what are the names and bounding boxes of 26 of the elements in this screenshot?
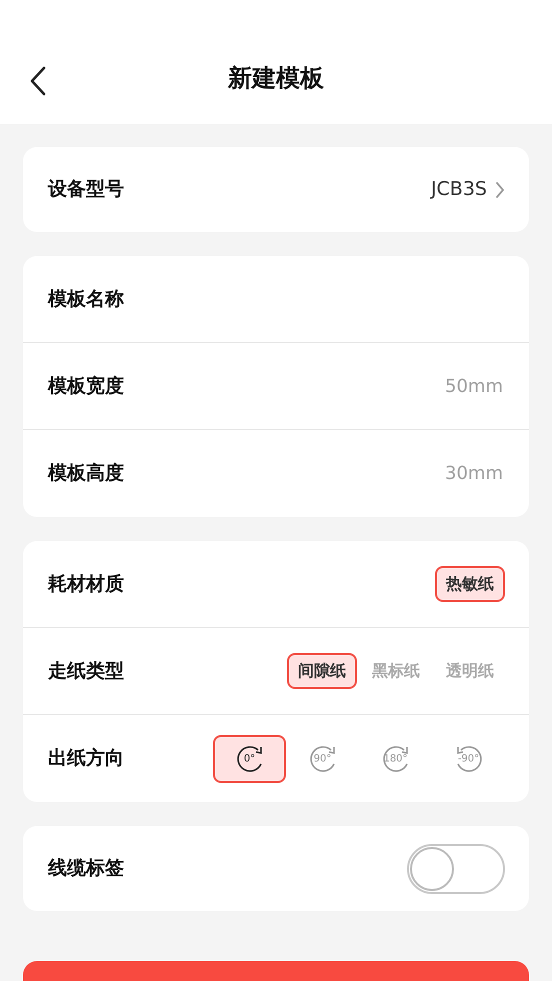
- option-chip[interactable]: 间隙纸: [287, 652, 357, 690]
- option-chip[interactable]: 透明纸: [435, 652, 505, 690]
- rotate-icon: [308, 744, 338, 774]
- field-label: 模板宽度: [48, 374, 124, 399]
- rotation-option[interactable]: 180°: [359, 734, 432, 782]
- field-label: 线缆标签: [48, 856, 124, 882]
- field-label: 耗材材质: [48, 572, 124, 597]
- field-label: 设备型号: [48, 177, 124, 202]
- toggle-switch[interactable]: [407, 844, 505, 894]
- field-label: 模板名称: [48, 286, 124, 312]
- input-field[interactable]: 30mm: [325, 459, 505, 488]
- chevron-icon: [495, 180, 505, 198]
- rotation-option[interactable]: 90°: [286, 734, 359, 782]
- field-label: 出纸方向: [48, 746, 124, 772]
- option-chip[interactable]: 黑标纸: [361, 652, 431, 690]
- field-label: 模板高度: [48, 461, 124, 486]
- rotation-option[interactable]: -90°: [432, 734, 505, 782]
- rotate-icon: [234, 744, 264, 774]
- field-label: 走纸类型: [48, 658, 124, 684]
- rotation-option[interactable]: 0°: [213, 734, 286, 782]
- option-chip[interactable]: 热敏纸: [435, 566, 505, 602]
- input-field[interactable]: 50mm: [325, 372, 505, 400]
- page-title: 新建模板: [228, 63, 324, 94]
- back-icon[interactable]: [28, 66, 48, 96]
- device-selector[interactable]: JCB3S: [430, 175, 505, 204]
- rotate-icon: [380, 744, 410, 774]
